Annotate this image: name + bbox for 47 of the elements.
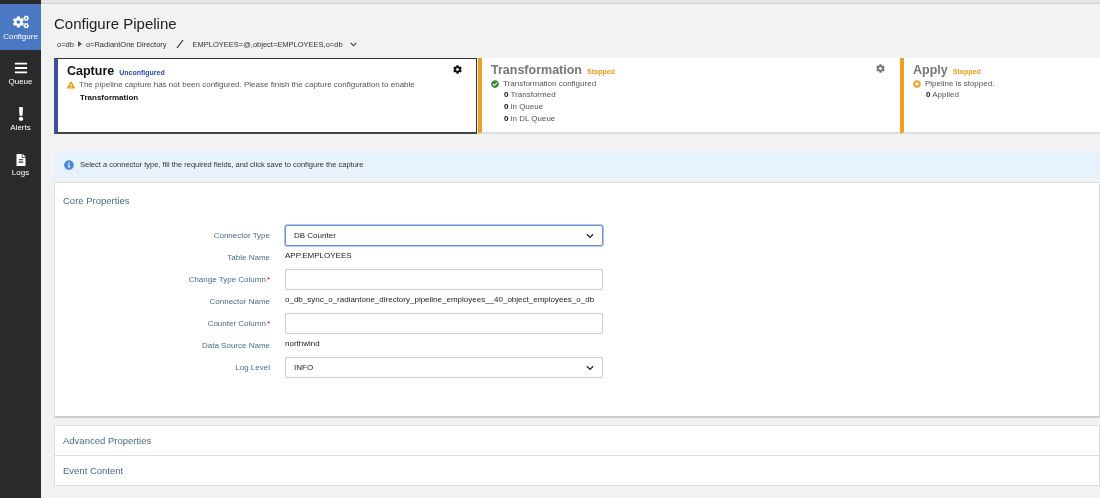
input-field[interactable] [285,313,603,334]
field-label: Log Level [235,363,270,372]
field-label: Data Source Name [201,341,270,350]
field-label: Connector Type [213,231,270,240]
required-mark: * [266,275,270,284]
slash-icon [174,39,185,49]
select-field[interactable]: DB Counter [285,225,603,246]
stage-message: Transformation configured [503,79,597,88]
warning-icon [67,81,75,89]
menu-icon [13,60,28,75]
field-value: APP.EMPLOYEES [285,250,353,262]
sidebar-item[interactable]: Logs [0,142,41,188]
sidebar-item[interactable]: Queue [0,50,41,96]
sidebar-item[interactable]: Configure [0,4,41,50]
required-mark: * [266,319,270,328]
chevron-down-icon[interactable] [349,40,357,48]
chevron-down-icon [586,363,594,372]
stage-count: 0 in DL Queue [504,114,556,124]
stage-title: Capture [67,64,115,78]
select-field[interactable]: INFO [285,357,603,378]
settings-icon[interactable] [453,65,462,74]
stage-message: Pipeline is stopped. [925,79,995,88]
field-value: o_db_sync_o_radiantone_directory_pipeline_employees__40_object_employees_o_db [285,294,596,306]
section-title[interactable]: Core Properties [63,195,1091,206]
field-label: Counter Column [207,319,266,328]
stage-count: 0 in Queue [504,102,544,112]
stage-title: Transformation [491,63,582,77]
field-label: Connector Name [209,297,270,306]
field-label: Change Type Column [188,275,266,284]
collapsed-section[interactable]: Advanced Properties [54,425,1100,456]
gears-icon [12,13,29,30]
stage-count: 0 Transformed [504,90,556,100]
stage-count: 0 Applied [926,90,959,100]
document-icon [14,153,27,166]
stage-message: The pipeline capture has not been configured. Please finish the capture configuration to enable [79,80,415,89]
input-field[interactable] [285,269,603,290]
field-value: northwind [285,338,321,350]
stage-title: Apply [913,63,948,77]
info-icon [64,159,74,170]
sidebar-item[interactable]: Alerts [0,96,41,142]
chevron-down-icon [586,231,594,240]
field-label: Table Name [227,253,270,262]
stop-icon [913,80,921,88]
collapsed-section[interactable]: Event Content [54,455,1100,486]
caret-right-icon [77,41,82,47]
page-title: Configure Pipeline [54,15,178,32]
stage-message-emphasis: Transformation [80,93,140,102]
